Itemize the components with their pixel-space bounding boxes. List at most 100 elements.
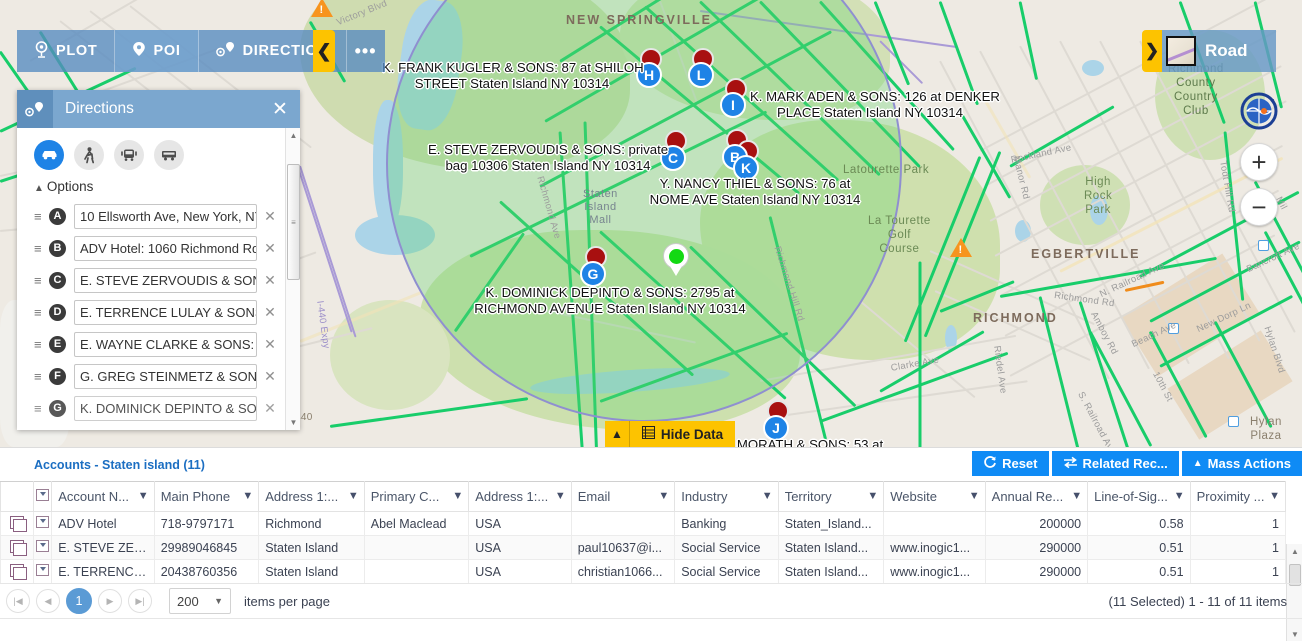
row-action-icon-cell[interactable] — [0, 559, 34, 584]
waypoint-input[interactable]: E. WAYNE CLARKE & SONS: — [74, 331, 257, 357]
row-select-cell[interactable] — [32, 535, 53, 560]
next-page-button[interactable]: ▶ — [98, 589, 122, 613]
open-record-icon[interactable] — [9, 539, 27, 556]
waypoint-input[interactable]: E. TERRENCE LULAY & SONS — [74, 299, 257, 325]
basemap-expand-button[interactable]: ❯ — [1142, 30, 1162, 72]
col-annual-revenue[interactable]: Annual Re... ▼ — [984, 481, 1089, 512]
col-address-city[interactable]: Address 1:... ▼ — [258, 481, 365, 512]
table-row[interactable]: ADV Hotel 718-9797171 Richmond Abel Macl… — [0, 511, 1287, 536]
page-size-select[interactable]: 200 ▼ — [169, 588, 231, 614]
select-all-icon[interactable] — [35, 489, 49, 501]
open-record-icon[interactable] — [9, 563, 27, 580]
map-pin-k[interactable]: K — [733, 155, 759, 181]
waypoint-input[interactable]: 10 Ellsworth Ave, New York, NY — [74, 203, 257, 229]
plot-button[interactable]: PLOT — [17, 30, 116, 72]
traffic-incident-icon[interactable] — [950, 238, 972, 257]
map-pin-start[interactable] — [663, 243, 689, 276]
remove-waypoint-icon[interactable]: ✕ — [257, 208, 283, 225]
filter-icon[interactable]: ▼ — [658, 490, 669, 502]
row-select-cell[interactable] — [32, 511, 53, 536]
page-1-button[interactable]: 1 — [66, 588, 92, 614]
col-industry[interactable]: Industry ▼ — [674, 481, 779, 512]
drag-handle-icon[interactable]: ≡ — [34, 209, 49, 224]
filter-icon[interactable]: ▼ — [762, 490, 773, 502]
col-email[interactable]: Email ▼ — [570, 481, 676, 512]
col-territory[interactable]: Territory ▼ — [777, 481, 885, 512]
row-select-icon[interactable] — [35, 516, 49, 528]
col-line-of-sight[interactable]: Line-of-Sig... ▼ — [1087, 481, 1191, 512]
first-page-button[interactable]: |◀ — [6, 589, 30, 613]
open-record-icon[interactable] — [9, 515, 27, 532]
col-primary-contact[interactable]: Primary C... ▼ — [363, 481, 470, 512]
remove-waypoint-icon[interactable]: ✕ — [257, 272, 283, 289]
hide-data-button[interactable]: ▲ Hide Data — [605, 421, 735, 447]
travel-mode-car[interactable] — [34, 140, 64, 170]
row-select-icon[interactable] — [35, 564, 49, 576]
drag-handle-icon[interactable]: ≡ — [34, 241, 49, 256]
map-pin-c[interactable]: C — [660, 145, 686, 171]
scroll-down-icon[interactable]: ▼ — [286, 415, 301, 430]
filter-icon[interactable]: ▼ — [242, 490, 253, 502]
drag-handle-icon[interactable]: ≡ — [34, 273, 49, 288]
filter-icon[interactable]: ▼ — [348, 490, 359, 502]
row-select-cell[interactable] — [32, 559, 53, 584]
scrollbar-thumb[interactable]: ≡ — [287, 164, 300, 280]
table-row[interactable]: E. STEVE ZER... 29989046845 Staten Islan… — [0, 535, 1287, 560]
basemap-road-button[interactable]: Road — [1162, 30, 1276, 72]
remove-waypoint-icon[interactable]: ✕ — [257, 336, 283, 353]
waypoint-input[interactable]: G. GREG STEINMETZ & SONS — [74, 363, 257, 389]
map-pin-g[interactable]: G — [580, 261, 606, 287]
filter-icon[interactable]: ▼ — [555, 490, 566, 502]
directions-scrollbar[interactable]: ▲ ≡ ▼ — [285, 128, 300, 430]
traffic-incident-icon[interactable] — [311, 0, 333, 17]
waypoint-input[interactable]: E. STEVE ZERVOUDIS & SONS — [74, 267, 257, 293]
remove-waypoint-icon[interactable]: ✕ — [257, 400, 283, 417]
row-action-icon-cell[interactable] — [0, 511, 34, 536]
drag-handle-icon[interactable]: ≡ — [34, 369, 49, 384]
scroll-up-icon[interactable]: ▲ — [1287, 544, 1302, 559]
table-row[interactable]: E. TERRENCE... 20438760356 Staten Island… — [0, 559, 1287, 584]
close-icon[interactable]: ✕ — [260, 98, 300, 121]
travel-mode-walk[interactable] — [74, 140, 104, 170]
remove-waypoint-icon[interactable]: ✕ — [257, 368, 283, 385]
poi-button[interactable]: POI — [115, 30, 199, 72]
map-pin-j[interactable]: J — [763, 415, 789, 441]
drag-handle-icon[interactable]: ≡ — [34, 305, 49, 320]
col-main-phone[interactable]: Main Phone ▼ — [153, 481, 260, 512]
col-proximity[interactable]: Proximity ... ▼ — [1189, 481, 1287, 512]
zoom-in-button[interactable]: + — [1240, 143, 1278, 181]
scroll-down-icon[interactable]: ▼ — [1287, 627, 1302, 641]
filter-icon[interactable]: ▼ — [452, 490, 463, 502]
col-address-country[interactable]: Address 1:... ▼ — [468, 481, 572, 512]
row-action-icon-cell[interactable] — [0, 535, 34, 560]
map-pin-i[interactable]: I — [720, 92, 746, 118]
waypoint-input[interactable]: K. DOMINICK DEPINTO & SON — [74, 395, 257, 421]
col-select[interactable] — [32, 481, 53, 512]
col-website[interactable]: Website ▼ — [883, 481, 986, 512]
filter-icon[interactable]: ▼ — [867, 490, 878, 502]
reset-button[interactable]: Reset — [972, 451, 1049, 476]
waypoint-input[interactable]: ADV Hotel: 1060 Richmond Rd — [74, 235, 257, 261]
related-records-button[interactable]: Related Rec... — [1051, 451, 1179, 476]
last-page-button[interactable]: ▶| — [128, 589, 152, 613]
row-select-icon[interactable] — [35, 540, 49, 552]
filter-icon[interactable]: ▼ — [1174, 490, 1185, 502]
travel-mode-truck[interactable] — [154, 140, 184, 170]
drag-handle-icon[interactable]: ≡ — [34, 401, 49, 416]
zoom-out-button[interactable]: − — [1240, 188, 1278, 226]
col-account-name[interactable]: Account N... ▼ — [51, 481, 155, 512]
map-pin-h[interactable]: H — [636, 62, 662, 88]
compass-icon[interactable] — [1240, 92, 1278, 130]
remove-waypoint-icon[interactable]: ✕ — [257, 240, 283, 257]
filter-icon[interactable]: ▼ — [969, 490, 980, 502]
filter-icon[interactable]: ▼ — [138, 490, 149, 502]
toolbar-collapse-button[interactable]: ❮ — [313, 30, 335, 72]
mass-actions-button[interactable]: ▲ Mass Actions — [1181, 451, 1302, 476]
drag-handle-icon[interactable]: ≡ — [34, 337, 49, 352]
toolbar-more-button[interactable]: ••• — [347, 30, 385, 72]
filter-icon[interactable]: ▼ — [1269, 490, 1280, 502]
scroll-up-icon[interactable]: ▲ — [286, 128, 301, 143]
map-pin-l[interactable]: L — [688, 62, 714, 88]
prev-page-button[interactable]: ◀ — [36, 589, 60, 613]
remove-waypoint-icon[interactable]: ✕ — [257, 304, 283, 321]
